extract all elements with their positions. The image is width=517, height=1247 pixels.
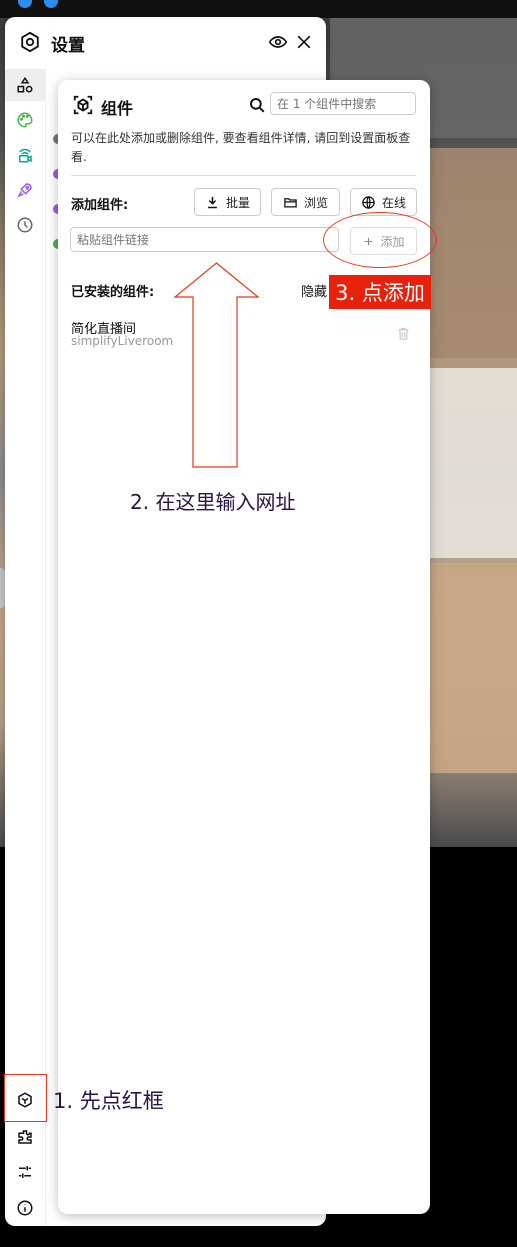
annotation-step2: 2. 在这里输入网址 [130, 490, 296, 514]
installed-item-id: simplifyLiveroom [71, 334, 174, 348]
online-button-label: 在线 [381, 195, 406, 210]
settings-title: 设置 [51, 36, 85, 56]
nav-item-utility[interactable] [5, 209, 45, 241]
settings-header: 设置 [5, 17, 326, 67]
settings-nav [5, 67, 46, 1226]
add-components-label: 添加组件: [71, 198, 129, 213]
annotation-box-step1 [4, 1074, 47, 1122]
divider [71, 175, 416, 176]
components-description: 可以在此处添加或删除组件, 要查看组件详情, 请回到设置面板查看. [71, 131, 411, 164]
annotation-ellipse-add [323, 212, 437, 268]
batch-button-label: 批量 [225, 195, 250, 210]
eye-icon[interactable] [268, 32, 288, 52]
rocket-icon [17, 183, 32, 198]
hide-toggle[interactable]: 隐藏 [301, 281, 327, 300]
browse-button[interactable]: 浏览 [271, 188, 340, 216]
close-icon[interactable] [294, 32, 314, 52]
installed-components-label: 已安装的组件: [71, 285, 155, 300]
nav-item-overview[interactable] [5, 69, 45, 101]
trash-icon[interactable] [396, 326, 411, 341]
hexagon-gear-icon [21, 31, 39, 53]
nav-item-adjust[interactable] [5, 1158, 45, 1186]
live-camera-icon [19, 148, 32, 163]
sliders-icon [19, 1166, 31, 1178]
annotation-step1: 1. 先点红框 [53, 1089, 164, 1113]
component-search-input[interactable] [270, 92, 416, 115]
annotation-step3: 3. 点添加 [329, 275, 431, 309]
collapsed-list [45, 67, 63, 267]
batch-button[interactable]: 批量 [194, 188, 261, 216]
nav-item-about[interactable] [5, 1194, 45, 1222]
folder-icon [284, 197, 297, 207]
nav-item-theme[interactable] [5, 104, 45, 136]
shapes-icon [17, 76, 33, 93]
component-link-input[interactable] [70, 227, 339, 252]
compass-icon [17, 217, 33, 233]
globe-icon [362, 195, 375, 209]
download-icon [208, 196, 217, 208]
nav-item-live[interactable] [5, 139, 45, 171]
top-bar-dot [18, 0, 32, 8]
puzzle-icon [18, 1130, 32, 1144]
top-bar-dot [44, 0, 58, 8]
cube-icon [73, 95, 93, 115]
nav-item-boost[interactable] [5, 174, 45, 206]
browse-button-label: 浏览 [303, 195, 328, 210]
nav-item-plugins[interactable] [5, 1123, 45, 1151]
search-icon[interactable] [248, 96, 266, 114]
annotation-arrow-up-icon [173, 262, 260, 468]
top-bar [0, 0, 517, 18]
components-title: 组件 [101, 99, 134, 118]
palette-icon [17, 112, 33, 128]
info-icon [17, 1200, 33, 1216]
